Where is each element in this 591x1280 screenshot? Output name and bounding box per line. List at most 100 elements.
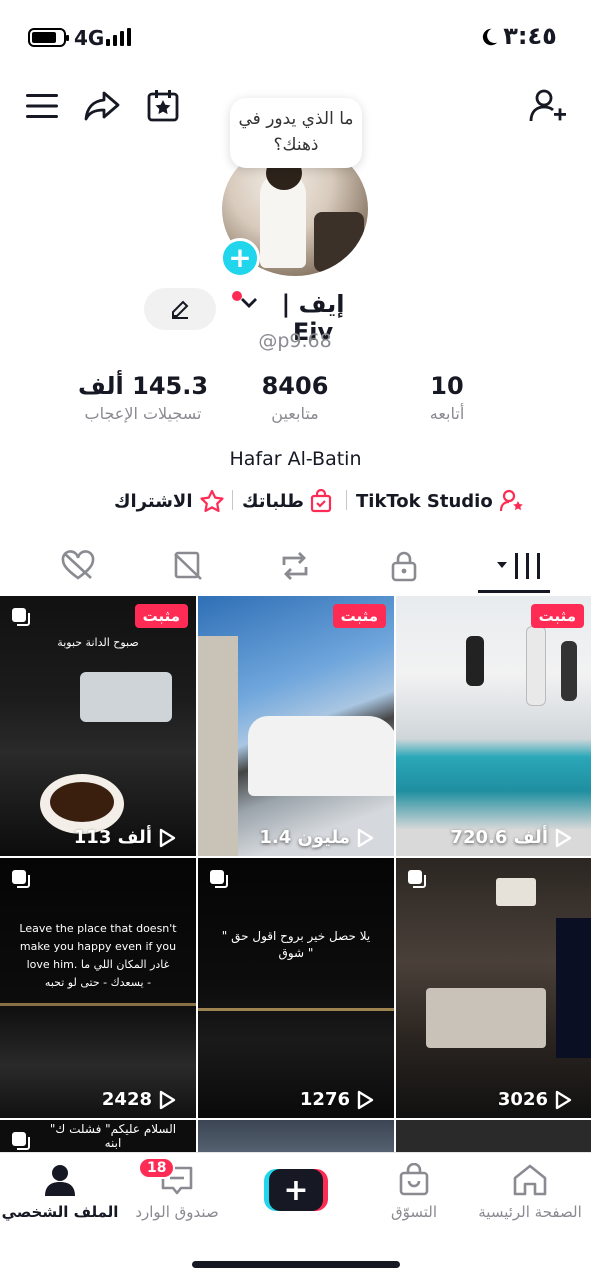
shop-bag-icon [399, 1162, 429, 1196]
followers-label: متابعين [271, 404, 319, 423]
multi-photo-icon [406, 868, 428, 890]
video-caption: صبوح الدانة حبوبة [57, 636, 139, 649]
view-count-label: 3026 [497, 1089, 548, 1110]
subscription-star-icon [199, 489, 224, 512]
view-count-label: 113 ألف [73, 827, 152, 848]
video-thumbnail[interactable]: 3026 [396, 858, 591, 1118]
edit-profile-button[interactable] [144, 288, 216, 330]
orders-link[interactable]: طلباتك [242, 486, 332, 516]
followers-count: 8406 [261, 372, 329, 400]
view-count-label: 2428 [101, 1089, 152, 1110]
nav-shop-label: التسوّق [390, 1203, 438, 1221]
add-friend-icon[interactable] [528, 86, 568, 126]
video-thumbnail[interactable]: " يلا حصل خير بروح اقول حق شوق " 1276 [198, 858, 394, 1118]
video-thumbnail[interactable]: مثبت 720.6 ألف [396, 596, 591, 856]
pinned-badge: مثبت [332, 604, 386, 628]
nav-home[interactable]: الصفحة الرئيسية [470, 1163, 590, 1221]
video-thumbnail[interactable]: "السلام عليكم" فشلت ك ابنه [0, 1120, 196, 1152]
video-thumbnail[interactable] [396, 1120, 591, 1152]
nav-inbox-label: صندوق الوارد [135, 1203, 219, 1221]
shopping-bag-icon [310, 489, 332, 513]
inbox-badge: 18 [138, 1157, 176, 1179]
nav-profile[interactable]: الملف الشخصي [0, 1163, 120, 1221]
play-icon [555, 828, 572, 847]
video-thumbnail[interactable] [198, 1120, 394, 1152]
likes-count: 145.3 ألف [77, 372, 209, 400]
bio-location: Hafar Al-Batin [229, 448, 362, 470]
video-caption: Leave the place that doesn't make you ha… [19, 922, 177, 989]
video-thumbnail[interactable]: Leave the place that doesn't make you ha… [0, 858, 196, 1118]
divider [232, 490, 233, 510]
calendar-star-icon[interactable] [143, 86, 183, 126]
view-count: 2428 [102, 1089, 176, 1110]
following-stat[interactable]: 10 أتابعه [372, 372, 522, 423]
grid-icon [497, 553, 540, 579]
active-tab-indicator [478, 590, 550, 593]
studio-person-icon [499, 489, 523, 512]
tab-favorites[interactable] [168, 546, 208, 586]
followers-stat[interactable]: 8406 متابعين [220, 372, 370, 423]
pinned-badge: مثبت [530, 604, 584, 628]
lock-icon [391, 551, 417, 582]
multi-photo-icon [10, 606, 32, 628]
view-count: 113 ألف [74, 827, 176, 848]
orders-label: طلباتك [242, 490, 304, 512]
view-count-label: 720.6 ألف [450, 827, 548, 848]
username: @p9.68 [258, 330, 332, 352]
tab-videos[interactable] [492, 546, 550, 586]
battery-icon [28, 28, 69, 47]
home-indicator[interactable] [192, 1261, 400, 1268]
tiktok-studio-label: TikTok Studio [356, 490, 493, 512]
nav-inbox[interactable]: صندوق الوارد [117, 1163, 237, 1221]
tiktok-studio-link[interactable]: TikTok Studio [356, 486, 525, 516]
tab-liked[interactable] [58, 546, 98, 586]
video-caption: "السلام عليكم" فشلت ك ابنه [49, 1122, 177, 1150]
subscription-label: الاشتراك [114, 490, 193, 512]
tab-reposts[interactable] [275, 546, 315, 586]
following-label: أتابعه [429, 404, 465, 423]
video-thumbnail[interactable]: صبوح الدانة حبوبة مثبت 113 ألف [0, 596, 196, 856]
following-count: 10 [430, 372, 464, 400]
note-bubble[interactable]: ما الذي يدور في ذهنك؟ [230, 98, 362, 168]
nav-profile-label: الملف الشخصي [1, 1203, 119, 1221]
likes-stat[interactable]: 145.3 ألف تسجيلات الإعجاب [68, 372, 218, 423]
play-icon [159, 1090, 176, 1109]
multi-photo-icon [10, 868, 32, 890]
view-count: 720.6 ألف [450, 827, 572, 848]
bottom-navigation: الملف الشخصي صندوق الوارد 18 + التسوّق ا… [0, 1152, 591, 1280]
menu-icon[interactable] [22, 86, 62, 126]
multi-photo-icon [208, 868, 230, 890]
play-icon [357, 828, 374, 847]
play-icon [357, 1090, 374, 1109]
view-count-label: 1276 [299, 1089, 350, 1110]
add-story-button[interactable]: + [220, 238, 260, 278]
status-bar: 4G ٣:٤٥ [0, 0, 591, 74]
network-label: 4G [74, 26, 105, 50]
play-icon [159, 828, 176, 847]
subscription-link[interactable]: الاشتراك [114, 486, 225, 516]
nav-home-label: الصفحة الرئيسية [478, 1203, 582, 1221]
home-icon [513, 1164, 547, 1196]
play-icon [555, 1090, 572, 1109]
nav-shop[interactable]: التسوّق [354, 1162, 474, 1221]
chevron-down-icon[interactable] [240, 296, 258, 310]
view-count: 3026 [498, 1089, 572, 1110]
moon-icon [482, 28, 498, 46]
view-count: 1276 [300, 1089, 374, 1110]
tab-private[interactable] [384, 546, 424, 586]
bookmark-hidden-icon [174, 551, 202, 580]
profile-icon [45, 1165, 75, 1196]
signal-icon [106, 28, 131, 46]
heart-hidden-icon [61, 550, 95, 580]
likes-label: تسجيلات الإعجاب [84, 404, 202, 423]
multi-photo-icon [10, 1130, 32, 1152]
plus-icon: + [269, 1169, 323, 1211]
share-icon[interactable] [82, 86, 122, 126]
video-thumbnail[interactable]: مثبت 1.4 مليون [198, 596, 394, 856]
video-caption: " يلا حصل خير بروح اقول حق شوق " [221, 929, 371, 960]
pinned-badge: مثبت [134, 604, 188, 628]
repost-icon [282, 552, 308, 580]
create-button[interactable]: + [264, 1169, 328, 1211]
view-count: 1.4 مليون [259, 827, 374, 848]
clock: ٣:٤٥ [503, 22, 557, 50]
